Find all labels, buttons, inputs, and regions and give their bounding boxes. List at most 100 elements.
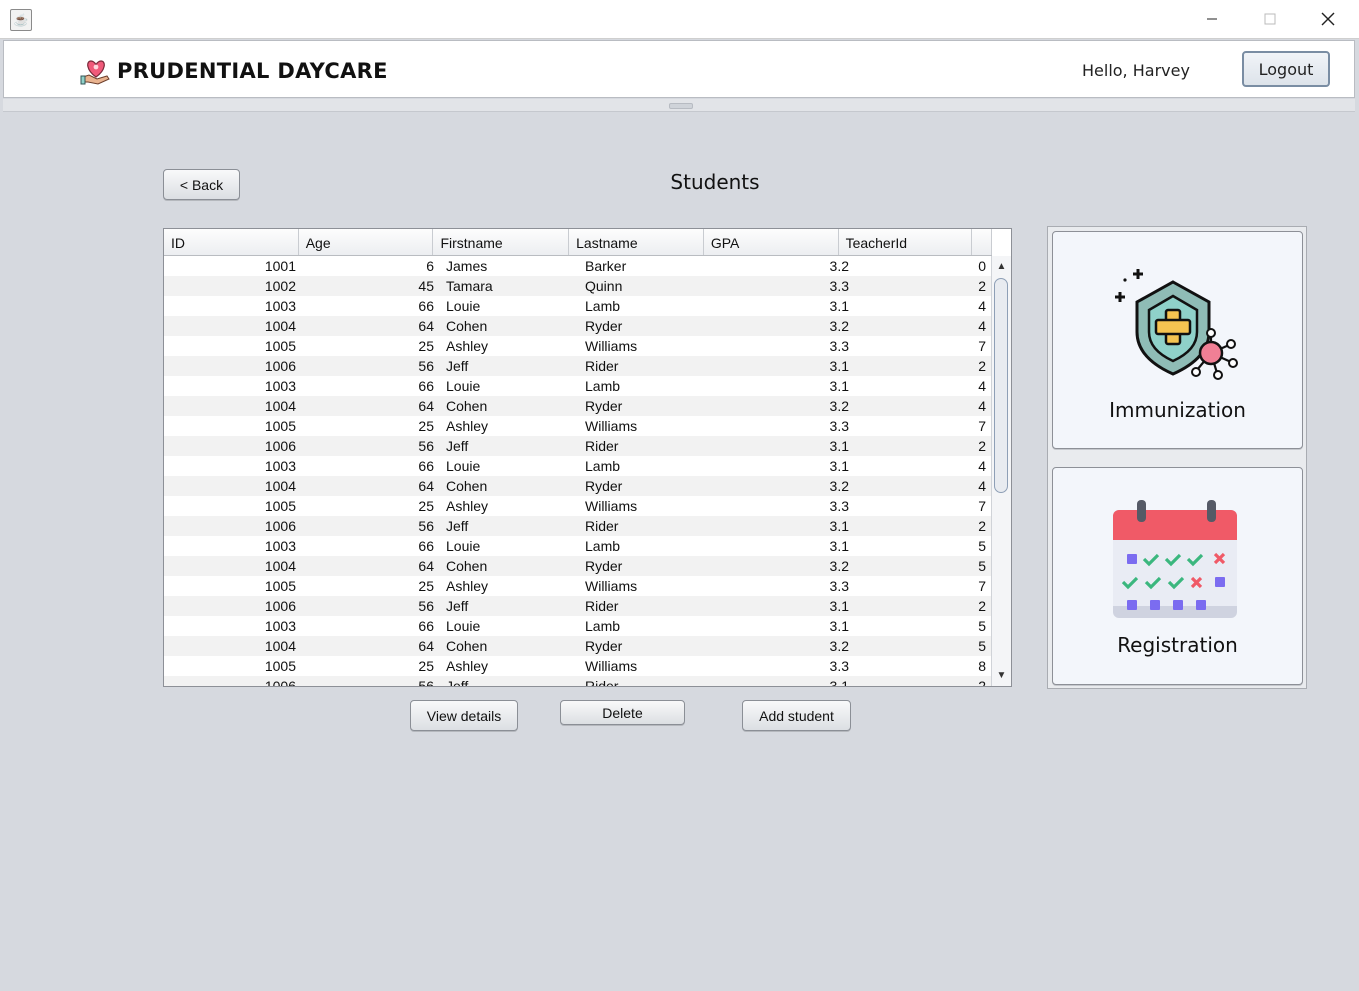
cell-teacherid: 2 xyxy=(978,278,986,294)
cell-lastname: Lamb xyxy=(585,298,621,314)
table-row[interactable]: 1001 6 James Barker 3.2 0 xyxy=(164,256,992,276)
splitter-grip[interactable] xyxy=(669,103,693,109)
cell-age: 56 xyxy=(418,438,434,454)
cell-lastname: Rider xyxy=(585,438,619,454)
maximize-button[interactable] xyxy=(1241,0,1299,38)
user-greeting: Hello, Harvey xyxy=(1082,61,1190,80)
column-header-firstname[interactable]: Firstname xyxy=(433,229,570,255)
cell-id: 1006 xyxy=(264,678,296,687)
cell-firstname: Jeff xyxy=(446,438,469,454)
close-button[interactable] xyxy=(1299,0,1357,38)
students-table[interactable]: ID Age Firstname Lastname GPA TeacherId … xyxy=(163,228,1012,687)
cell-age: 64 xyxy=(418,398,434,414)
cell-firstname: Jeff xyxy=(446,358,469,374)
minimize-icon xyxy=(1207,18,1217,20)
table-row[interactable]: 1005 25 Ashley Williams 3.3 7 xyxy=(164,336,992,356)
column-header-age[interactable]: Age xyxy=(299,229,434,255)
table-row[interactable]: 1005 25 Ashley Williams 3.3 7 xyxy=(164,576,992,596)
table-row[interactable]: 1006 56 Jeff Rider 3.1 2 xyxy=(164,356,992,376)
cell-gpa: 3.1 xyxy=(829,458,849,474)
scroll-down-icon[interactable]: ▼ xyxy=(992,667,1011,685)
column-header-lastname[interactable]: Lastname xyxy=(569,229,704,255)
cell-lastname: Williams xyxy=(585,418,638,434)
cell-id: 1003 xyxy=(264,458,296,474)
logout-button[interactable]: Logout xyxy=(1242,51,1330,87)
table-row[interactable]: 1004 64 Cohen Ryder 3.2 5 xyxy=(164,556,992,576)
table-row[interactable]: 1003 66 Louie Lamb 3.1 4 xyxy=(164,296,992,316)
cell-id: 1003 xyxy=(264,618,296,634)
cell-firstname: Ashley xyxy=(446,658,489,674)
table-row[interactable]: 1005 25 Ashley Williams 3.3 8 xyxy=(164,656,992,676)
cell-age: 25 xyxy=(418,498,434,514)
back-button[interactable]: < Back xyxy=(163,169,240,200)
cell-id: 1005 xyxy=(264,498,296,514)
cell-age: 66 xyxy=(418,538,434,554)
cell-gpa: 3.1 xyxy=(829,358,849,374)
table-row[interactable]: 1006 56 Jeff Rider 3.1 2 xyxy=(164,436,992,456)
minimize-button[interactable] xyxy=(1183,0,1241,38)
column-header-gpa[interactable]: GPA xyxy=(704,229,839,255)
maximize-icon xyxy=(1264,13,1276,25)
cell-age: 66 xyxy=(418,458,434,474)
table-row[interactable]: 1004 64 Cohen Ryder 3.2 4 xyxy=(164,396,992,416)
table-row[interactable]: 1003 66 Louie Lamb 3.1 4 xyxy=(164,376,992,396)
cell-gpa: 3.2 xyxy=(829,478,849,494)
delete-button[interactable]: Delete xyxy=(560,700,685,725)
scroll-up-icon[interactable]: ▲ xyxy=(992,258,1011,276)
cell-teacherid: 4 xyxy=(978,298,986,314)
cell-id: 1005 xyxy=(264,578,296,594)
cell-id: 1004 xyxy=(264,478,296,494)
cell-firstname: Cohen xyxy=(446,478,488,494)
split-pane-divider[interactable] xyxy=(3,99,1355,112)
cell-age: 56 xyxy=(418,358,434,374)
table-row[interactable]: 1006 56 Jeff Rider 3.1 2 xyxy=(164,676,992,687)
cell-teacherid: 4 xyxy=(978,458,986,474)
table-row[interactable]: 1002 45 Tamara Quinn 3.3 2 xyxy=(164,276,992,296)
column-header-teacherid[interactable]: TeacherId xyxy=(839,229,973,255)
table-row[interactable]: 1003 66 Louie Lamb 3.1 4 xyxy=(164,456,992,476)
immunization-card[interactable]: Immunization xyxy=(1052,231,1303,449)
cell-teacherid: 7 xyxy=(978,498,986,514)
table-row[interactable]: 1005 25 Ashley Williams 3.3 7 xyxy=(164,496,992,516)
cell-firstname: Jeff xyxy=(446,518,469,534)
java-cup-icon: ☕ xyxy=(10,9,32,31)
table-row[interactable]: 1003 66 Louie Lamb 3.1 5 xyxy=(164,536,992,556)
cell-age: 6 xyxy=(426,258,434,274)
registration-card[interactable]: Registration xyxy=(1052,467,1303,685)
cell-gpa: 3.1 xyxy=(829,378,849,394)
cell-lastname: Williams xyxy=(585,338,638,354)
cell-firstname: Louie xyxy=(446,298,481,314)
cell-lastname: Ryder xyxy=(585,478,623,494)
calendar-checklist-icon xyxy=(1113,500,1237,618)
cell-firstname: Louie xyxy=(446,538,481,554)
cell-id: 1006 xyxy=(264,358,296,374)
cell-id: 1005 xyxy=(264,418,296,434)
cell-age: 45 xyxy=(418,278,434,294)
table-row[interactable]: 1005 25 Ashley Williams 3.3 7 xyxy=(164,416,992,436)
column-header-id[interactable]: ID xyxy=(164,229,299,255)
table-row[interactable]: 1006 56 Jeff Rider 3.1 2 xyxy=(164,596,992,616)
cell-gpa: 3.2 xyxy=(829,318,849,334)
cell-gpa: 3.2 xyxy=(829,258,849,274)
view-details-button[interactable]: View details xyxy=(410,700,518,731)
add-student-button[interactable]: Add student xyxy=(742,700,851,731)
cell-firstname: Louie xyxy=(446,378,481,394)
table-row[interactable]: 1004 64 Cohen Ryder 3.2 4 xyxy=(164,476,992,496)
table-row[interactable]: 1003 66 Louie Lamb 3.1 5 xyxy=(164,616,992,636)
brand-name: PRUDENTIAL DAYCARE xyxy=(117,59,388,83)
table-scrollbar[interactable]: ▲ ▼ xyxy=(991,256,1011,686)
cell-teacherid: 0 xyxy=(978,258,986,274)
cell-firstname: Cohen xyxy=(446,318,488,334)
table-row[interactable]: 1004 64 Cohen Ryder 3.2 4 xyxy=(164,316,992,336)
cell-id: 1004 xyxy=(264,318,296,334)
cell-gpa: 3.2 xyxy=(829,398,849,414)
heart-hand-icon xyxy=(80,60,110,85)
table-row[interactable]: 1006 56 Jeff Rider 3.1 2 xyxy=(164,516,992,536)
cell-gpa: 3.1 xyxy=(829,518,849,534)
cell-lastname: Rider xyxy=(585,518,619,534)
cell-teacherid: 5 xyxy=(978,558,986,574)
table-row[interactable]: 1004 64 Cohen Ryder 3.2 5 xyxy=(164,636,992,656)
scrollbar-thumb[interactable] xyxy=(994,278,1008,493)
cell-age: 25 xyxy=(418,578,434,594)
cell-id: 1003 xyxy=(264,378,296,394)
